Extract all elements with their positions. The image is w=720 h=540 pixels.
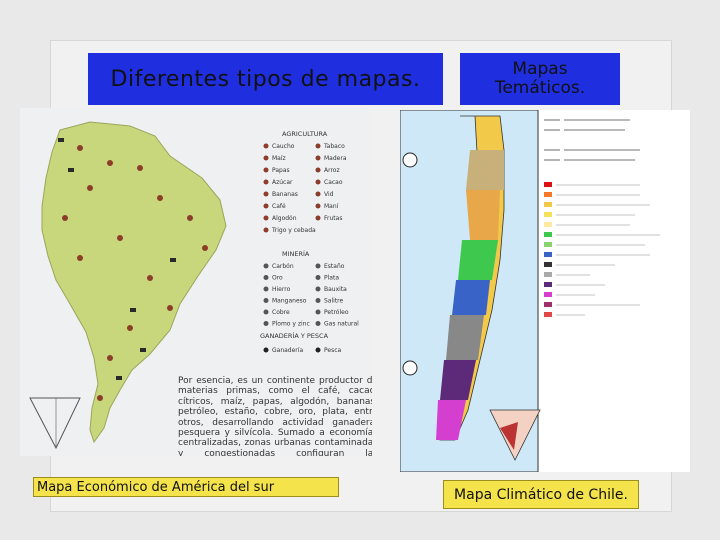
inset-marker-b — [402, 360, 418, 376]
legend-agricultura-label: Papas — [272, 167, 290, 174]
legend-agricultura-label: Caucho — [272, 143, 295, 150]
zone-blue — [452, 280, 490, 315]
legend-agricultura-icon — [263, 155, 269, 161]
legend-agricultura-icon — [315, 167, 321, 173]
legend-agricultura-icon — [315, 215, 321, 221]
zone-orange — [466, 190, 500, 240]
legend-ganaderia-label: Pesca — [324, 347, 342, 354]
legend-mineria-icon — [263, 263, 269, 269]
legend-agricultura-icon — [315, 155, 321, 161]
legend-agricultura-icon — [263, 203, 269, 209]
legend-mineria-label: Plomo y zinc — [272, 321, 310, 328]
legend-agricultura-label: Tabaco — [323, 143, 345, 150]
legend-agricultura-label: Maní — [324, 203, 339, 210]
legend-agricultura-icon — [315, 179, 321, 185]
legend-agricultura-title: AGRICULTURA — [282, 130, 328, 138]
legend-mineria-icon — [315, 286, 321, 292]
legend-mineria-title: MINERÍA — [282, 249, 310, 258]
zone-tan — [466, 150, 504, 190]
legend-ganaderia-icon — [263, 347, 269, 353]
legend-agricultura-label: Cacao — [324, 179, 343, 186]
legend-ganaderia-label: Ganadería — [272, 347, 303, 354]
banner-subtitle: Mapas Temáticos. — [460, 53, 620, 105]
legend-agricultura-label: Bananas — [272, 191, 298, 198]
zone-green — [458, 240, 498, 280]
legend-mineria-label: Estaño — [324, 263, 345, 270]
zone-grey — [446, 315, 484, 360]
legend-mineria-icon — [315, 275, 321, 280]
legend-agricultura-icon — [315, 191, 321, 197]
legend-agricultura-label: Arroz — [324, 167, 340, 174]
legend-mineria-label: Salitre — [324, 298, 344, 305]
legend-mineria-label: Oro — [272, 275, 283, 282]
legend-agricultura-label: Azúcar — [272, 179, 293, 186]
legend-agricultura-label: Maíz — [272, 155, 286, 162]
legend-agricultura-icon — [263, 215, 269, 221]
legend-agricultura-icon — [315, 203, 321, 209]
legend-mineria-label: Gas natural — [324, 321, 359, 328]
legend-mineria-icon — [263, 286, 269, 292]
climatic-map-chile — [400, 110, 690, 472]
legend-mineria-icon — [315, 263, 321, 269]
legend-agricultura-label: Madera — [324, 155, 347, 162]
legend-agricultura-label: Trigo y cebada — [271, 227, 316, 234]
legend-mineria-label: Plata — [324, 275, 339, 282]
legend-agricultura-label: Algodón — [272, 215, 297, 222]
legend-agricultura-label: Vid — [324, 191, 334, 198]
legend-mineria-label: Petróleo — [324, 309, 349, 316]
legend-mineria-label: Bauxita — [324, 286, 347, 293]
legend-agricultura-label: Café — [272, 203, 286, 210]
legend-agricultura-icon — [315, 143, 321, 149]
caption-economic-map: Mapa Económico de América del sur — [33, 477, 339, 497]
economic-map-paragraph: Por esencia, es un continente productor … — [178, 376, 372, 456]
legend-mineria-icon — [263, 309, 269, 315]
legend-agricultura-icon — [263, 179, 269, 185]
legend-ganaderia-icon — [315, 347, 321, 353]
legend-agricultura-label: Frutas — [324, 215, 342, 222]
legend-mineria-label: Manganeso — [272, 298, 307, 305]
legend-mineria-label: Cobre — [272, 309, 290, 316]
caption-climatic-map: Mapa Climático de Chile. — [443, 480, 639, 509]
legend-ganaderia-title: GANADERÍA Y PESCA — [260, 331, 329, 340]
legend-mineria-icon — [263, 298, 269, 303]
legend-agricultura-icon — [263, 227, 269, 233]
legend-agricultura-icon — [263, 191, 269, 197]
legend-mineria-icon — [315, 309, 321, 315]
legend-mineria-label: Carbón — [272, 263, 294, 270]
economic-map-south-america: AGRICULTURA Caucho Tabaco Maíz Madera Papas A… — [20, 108, 372, 456]
legend-mineria-label: Hierro — [272, 286, 291, 293]
legend-agricultura-icon — [263, 167, 269, 173]
legend-mineria-icon — [263, 275, 269, 280]
legend-mineria-icon — [315, 321, 321, 326]
inset-marker-a — [402, 152, 418, 168]
banner-title: Diferentes tipos de mapas. — [88, 53, 443, 105]
legend-agricultura-icon — [263, 143, 269, 149]
climatic-map-svg — [400, 110, 690, 472]
legend-mineria-icon — [263, 321, 269, 326]
legend-mineria-icon — [315, 298, 321, 303]
